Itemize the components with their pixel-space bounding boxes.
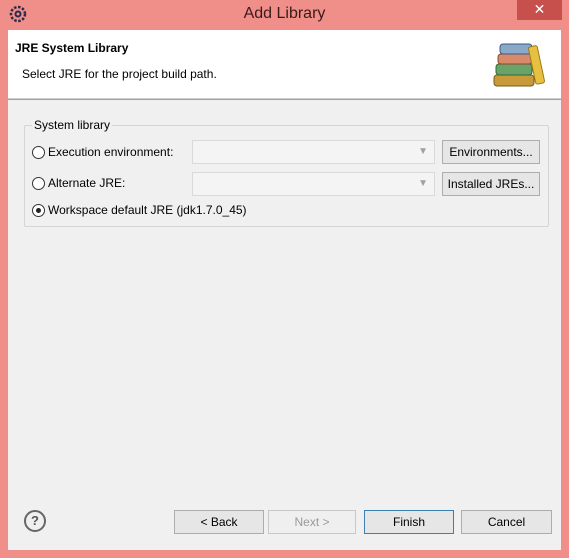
banner-description: Select JRE for the project build path. bbox=[22, 67, 217, 81]
execution-environment-label[interactable]: Execution environment: bbox=[48, 145, 173, 159]
window-title: Add Library bbox=[243, 5, 326, 22]
execution-environment-radio[interactable] bbox=[32, 146, 45, 159]
header-banner: JRE System Library Select JRE for the pr… bbox=[8, 30, 561, 99]
banner-separator bbox=[8, 99, 561, 100]
alternate-jre-radio[interactable] bbox=[32, 177, 45, 190]
cancel-button[interactable]: Cancel bbox=[461, 510, 552, 534]
chevron-down-icon: ▼ bbox=[418, 146, 428, 157]
books-icon bbox=[493, 43, 545, 87]
workspace-default-label[interactable]: Workspace default JRE (jdk1.7.0_45) bbox=[48, 203, 247, 217]
group-title: System library bbox=[32, 118, 113, 132]
finish-button[interactable]: Finish bbox=[364, 510, 454, 534]
environments-button[interactable]: Environments... bbox=[442, 140, 540, 164]
workspace-default-radio[interactable] bbox=[32, 204, 45, 217]
alternate-jre-select: ▼ bbox=[192, 172, 435, 196]
dialog-content: JRE System Library Select JRE for the pr… bbox=[8, 30, 561, 550]
dialog-window: Add Library ✕ JRE System Library Select … bbox=[0, 0, 569, 558]
close-button[interactable]: ✕ bbox=[517, 0, 562, 20]
title-bar[interactable]: Add Library ✕ bbox=[0, 0, 569, 30]
back-button[interactable]: < Back bbox=[174, 510, 264, 534]
alternate-jre-label[interactable]: Alternate JRE: bbox=[48, 176, 125, 190]
help-icon[interactable]: ? bbox=[24, 510, 46, 532]
banner-title: JRE System Library bbox=[15, 41, 129, 55]
chevron-down-icon: ▼ bbox=[418, 178, 428, 189]
next-button[interactable]: Next > bbox=[268, 510, 356, 534]
installed-jres-button[interactable]: Installed JREs... bbox=[442, 172, 540, 196]
execution-environment-select: ▼ bbox=[192, 140, 435, 164]
